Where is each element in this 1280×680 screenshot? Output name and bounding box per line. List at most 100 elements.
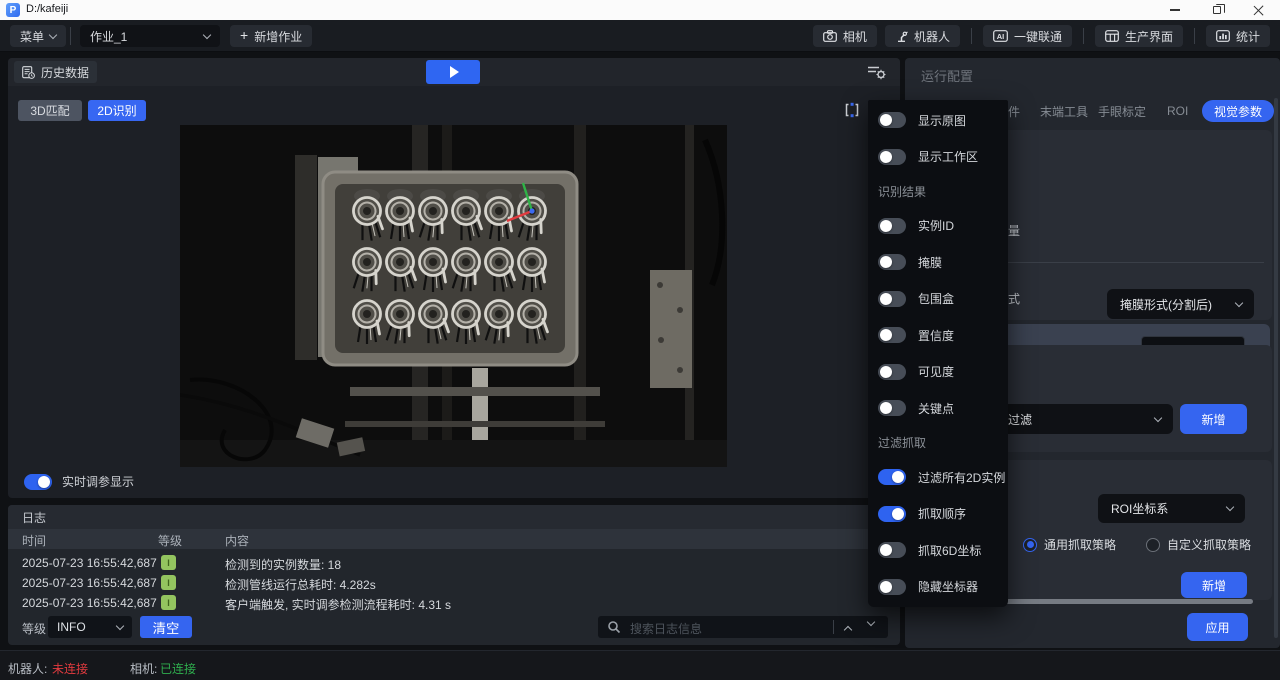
display-menu-item[interactable]: 实例ID bbox=[868, 215, 1008, 237]
toggle-switch[interactable] bbox=[878, 506, 906, 522]
menubar-separator bbox=[971, 28, 972, 44]
toggle-switch[interactable] bbox=[878, 542, 906, 558]
realtime-toggle-row: 实时调参显示 bbox=[24, 473, 134, 490]
display-menu-item-label: 置信度 bbox=[918, 327, 954, 344]
display-menu-section-header: 过滤抓取 bbox=[868, 434, 1008, 452]
grid-icon bbox=[1105, 30, 1119, 42]
play-icon bbox=[450, 66, 459, 78]
viewer-toolbar: 历史数据 bbox=[8, 58, 900, 86]
tab-vision-params[interactable]: 视觉参数 bbox=[1202, 100, 1274, 122]
menubar-button-statistics[interactable]: 统计 bbox=[1206, 25, 1270, 47]
menubar-button-label: 一键联通 bbox=[1014, 28, 1062, 45]
display-menu-item[interactable]: 显示原图 bbox=[868, 109, 1008, 131]
ai-icon: AI bbox=[993, 30, 1008, 42]
log-time: 2025-07-23 16:55:42,687 bbox=[22, 556, 157, 570]
log-panel: 日志 时间 等级 内容 2025-07-23 16:55:42,687I检测到的… bbox=[8, 505, 900, 645]
clear-log-button[interactable]: 清空 bbox=[140, 616, 192, 638]
history-data-button[interactable]: 历史数据 bbox=[14, 61, 97, 83]
display-menu-item[interactable]: 隐藏坐标器 bbox=[868, 576, 1008, 598]
log-time: 2025-07-23 16:55:42,687 bbox=[22, 576, 157, 590]
display-settings-icon[interactable] bbox=[867, 64, 886, 80]
tab-3d-match[interactable]: 3D匹配 bbox=[18, 100, 82, 121]
display-menu-item[interactable]: 抓取6D坐标 bbox=[868, 539, 1008, 561]
play-button[interactable] bbox=[426, 60, 480, 84]
toggle-switch[interactable] bbox=[878, 400, 906, 416]
vertical-scrollbar[interactable] bbox=[1274, 98, 1278, 638]
search-input[interactable]: 搜索日志信息 bbox=[598, 616, 888, 638]
log-time: 2025-07-23 16:55:42,687 bbox=[22, 596, 157, 610]
roi-coordinate-select[interactable]: ROI坐标系 bbox=[1098, 494, 1245, 523]
strategy-add-button[interactable]: 新增 bbox=[1181, 572, 1247, 598]
display-menu-item[interactable]: 掩膜 bbox=[868, 251, 1008, 273]
display-menu-item-label: 掩膜 bbox=[918, 254, 942, 271]
display-menu-item-label: 抓取顺序 bbox=[918, 505, 966, 522]
fit-view-icon[interactable] bbox=[843, 102, 861, 118]
log-level-select[interactable]: INFO bbox=[48, 616, 132, 638]
realtime-toggle-label: 实时调参显示 bbox=[62, 473, 134, 490]
restore-icon bbox=[1213, 6, 1221, 14]
radio-circle bbox=[1023, 538, 1037, 552]
toggle-switch[interactable] bbox=[878, 327, 906, 343]
radio-custom-strategy[interactable]: 自定义抓取策略 bbox=[1146, 536, 1251, 553]
radio-circle bbox=[1146, 538, 1160, 552]
menu-button[interactable]: 菜单 bbox=[10, 25, 66, 47]
toggle-switch[interactable] bbox=[878, 254, 906, 270]
tab-end-tool[interactable]: 末端工具 bbox=[1040, 100, 1088, 122]
menubar-button-label: 相机 bbox=[843, 28, 867, 45]
toggle-switch[interactable] bbox=[878, 364, 906, 380]
display-menu-item[interactable]: 包围盒 bbox=[868, 288, 1008, 310]
add-job-button[interactable]: 新增作业 bbox=[230, 25, 312, 47]
table-row: 2025-07-23 16:55:42,687I客户端触发, 实时调参检测流程耗… bbox=[8, 593, 900, 613]
filter-add-button[interactable]: 新增 bbox=[1180, 404, 1247, 434]
display-menu-item[interactable]: 显示工作区 bbox=[868, 146, 1008, 168]
display-menu-item-label: 抓取6D坐标 bbox=[918, 542, 981, 559]
display-menu-item[interactable]: 关键点 bbox=[868, 397, 1008, 419]
camera-status-value: 已连接 bbox=[160, 660, 196, 677]
search-placeholder: 搜索日志信息 bbox=[630, 620, 702, 637]
param-label-fragment: 量 bbox=[1008, 222, 1020, 239]
menubar-button-production-ui[interactable]: 生产界面 bbox=[1095, 25, 1183, 47]
tab-fragment[interactable]: 件 bbox=[1008, 100, 1020, 122]
display-menu-section-header: 识别结果 bbox=[868, 182, 1008, 200]
toggle-switch[interactable] bbox=[878, 469, 906, 485]
toggle-switch[interactable] bbox=[878, 579, 906, 595]
toggle-switch[interactable] bbox=[878, 291, 906, 307]
display-menu-item[interactable]: 置信度 bbox=[868, 324, 1008, 346]
camera-image[interactable] bbox=[180, 125, 727, 467]
chevron-up-icon[interactable] bbox=[844, 626, 852, 634]
chevron-down-icon[interactable] bbox=[867, 618, 875, 626]
log-level-badge: I bbox=[161, 595, 176, 610]
menubar-button-one-key-link[interactable]: AI 一键联通 bbox=[983, 25, 1072, 47]
realtime-toggle[interactable] bbox=[24, 474, 52, 490]
menubar: 菜单 作业_1 新增作业 相机 机器人 AI 一键联通 生产界面 统计 bbox=[0, 20, 1280, 52]
tab-2d-recognition[interactable]: 2D识别 bbox=[88, 100, 146, 121]
menubar-button-camera[interactable]: 相机 bbox=[813, 25, 877, 47]
mask-mode-select[interactable]: 掩膜形式(分割后) bbox=[1107, 289, 1254, 319]
camera-status-label: 相机: bbox=[130, 660, 157, 677]
toggle-switch[interactable] bbox=[878, 112, 906, 128]
maximize-button[interactable] bbox=[1196, 0, 1238, 20]
job-select[interactable]: 作业_1 bbox=[80, 25, 220, 47]
display-menu-item-label: 隐藏坐标器 bbox=[918, 578, 978, 595]
display-menu-item[interactable]: 可见度 bbox=[868, 361, 1008, 383]
close-button[interactable] bbox=[1238, 0, 1280, 20]
apply-button[interactable]: 应用 bbox=[1187, 613, 1248, 641]
display-menu-item[interactable]: 抓取顺序 bbox=[868, 503, 1008, 525]
toggle-switch[interactable] bbox=[878, 149, 906, 165]
config-panel-title: 运行配置 bbox=[921, 66, 973, 85]
chevron-down-icon bbox=[203, 30, 211, 38]
minimize-button[interactable] bbox=[1154, 0, 1196, 20]
radio-general-strategy[interactable]: 通用抓取策略 bbox=[1023, 536, 1116, 553]
display-menu-item-label: 显示工作区 bbox=[918, 148, 978, 165]
viewer-panel: 历史数据 3D匹配 2D识别 bbox=[8, 58, 900, 498]
tab-roi[interactable]: ROI bbox=[1167, 100, 1188, 122]
menubar-button-label: 统计 bbox=[1236, 28, 1260, 45]
tab-hand-eye-calibration[interactable]: 手眼标定 bbox=[1098, 100, 1146, 122]
display-menu-item[interactable]: 过滤所有2D实例 bbox=[868, 466, 1008, 488]
toggle-switch[interactable] bbox=[878, 218, 906, 234]
menubar-button-robot[interactable]: 机器人 bbox=[885, 25, 960, 47]
menubar-separator bbox=[1194, 28, 1195, 44]
robot-icon bbox=[895, 30, 908, 42]
statusbar: 机器人: 未连接 相机: 已连接 bbox=[0, 650, 1280, 680]
log-content: 检测到的实例数量: 18 bbox=[225, 556, 341, 573]
